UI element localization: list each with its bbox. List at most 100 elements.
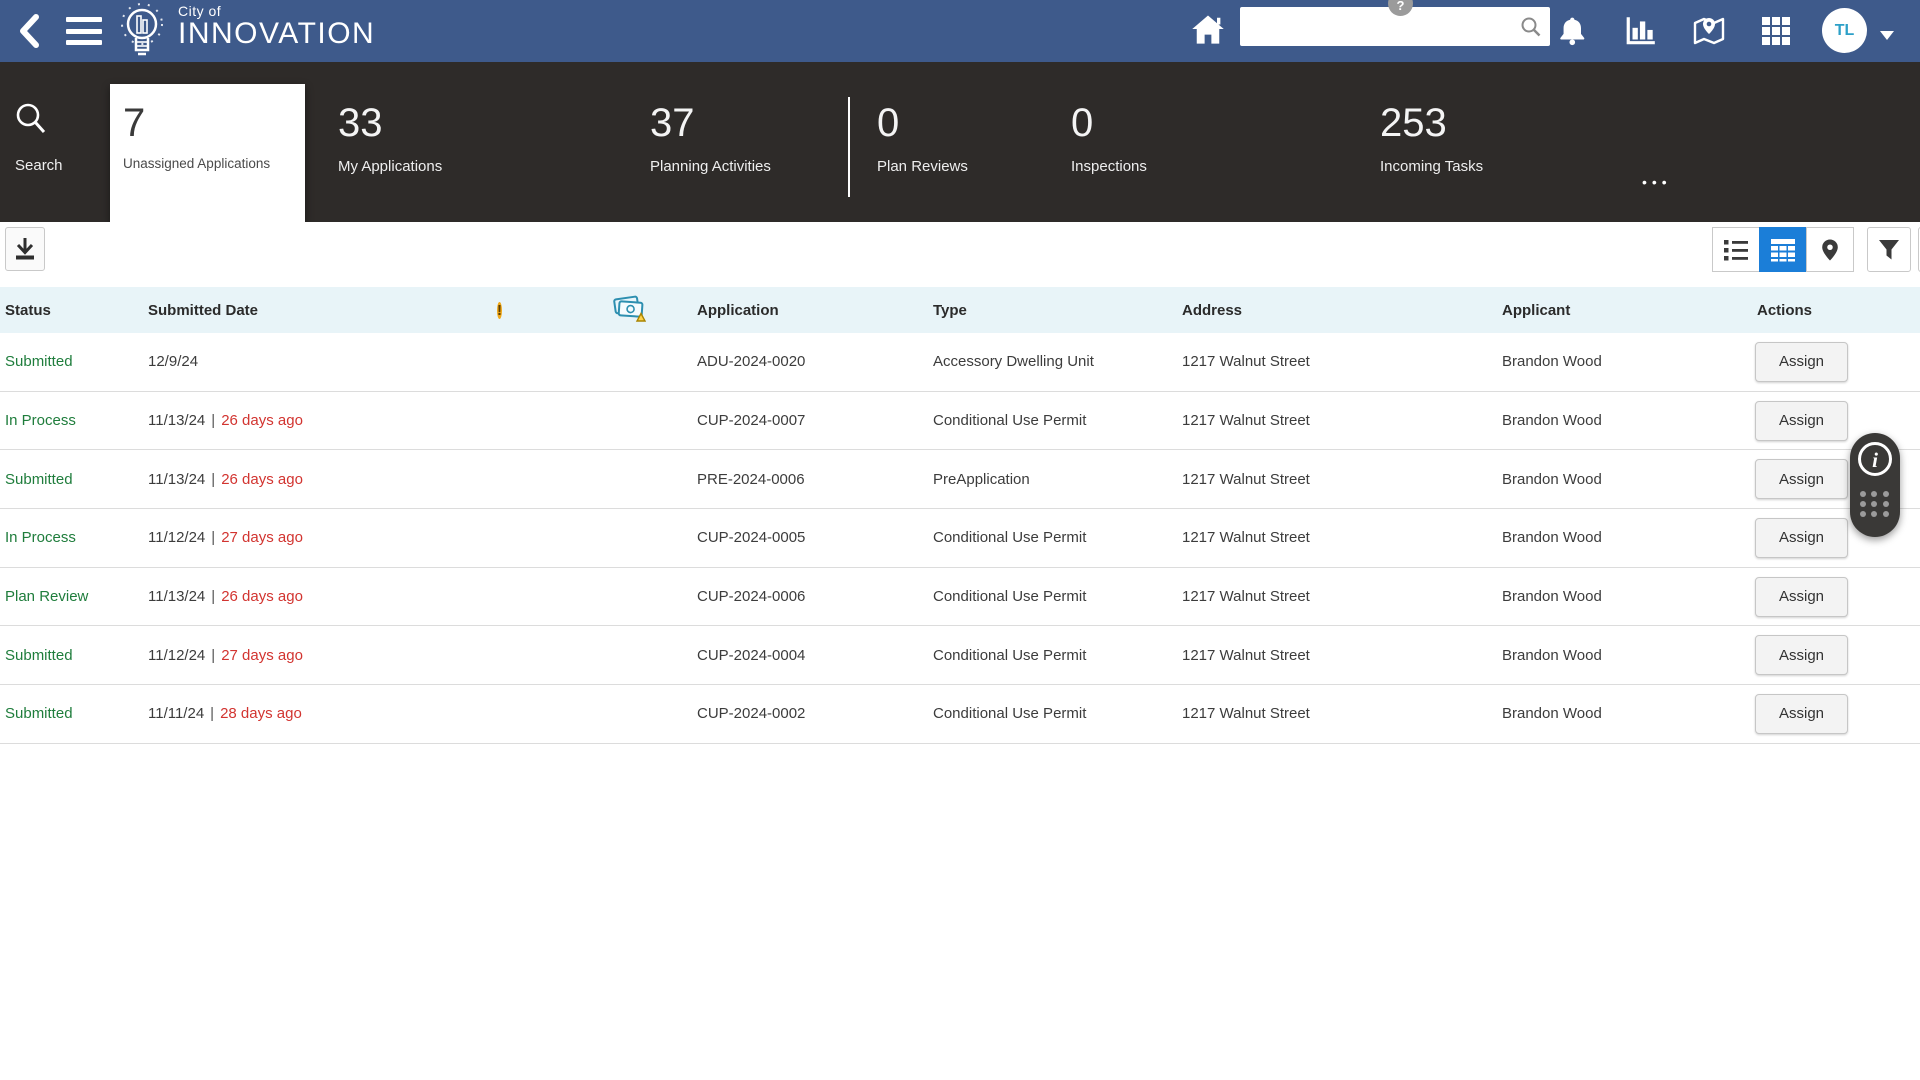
application-cell: PRE-2024-0006	[697, 471, 933, 488]
type-cell: Conditional Use Permit	[933, 705, 1182, 722]
address-cell: 1217 Walnut Street	[1182, 529, 1502, 546]
list-view-icon	[1723, 238, 1749, 262]
col-header-application[interactable]: Application	[697, 302, 933, 319]
col-header-applicant[interactable]: Applicant	[1502, 302, 1748, 319]
tab-label: Planning Activities	[650, 158, 771, 175]
home-icon	[1190, 11, 1226, 47]
map-button[interactable]	[1690, 12, 1728, 50]
application-cell: CUP-2024-0004	[697, 647, 933, 664]
tab-plan-reviews[interactable]: 0 Plan Reviews	[877, 62, 968, 222]
tab-incoming-tasks[interactable]: 253 Incoming Tasks	[1380, 62, 1483, 222]
avatar-initials: TL	[1835, 22, 1855, 40]
info-icon[interactable]: i	[1858, 442, 1892, 476]
grid-view-button[interactable]	[1759, 227, 1807, 272]
tab-count: 0	[1071, 103, 1147, 143]
table-row[interactable]: In Process 11/13/24|26 days ago CUP-2024…	[0, 392, 1920, 451]
col-header-expiring[interactable]	[557, 292, 697, 328]
list-view-button[interactable]	[1712, 227, 1760, 272]
search-tab-icon	[15, 102, 47, 136]
applications-table: Submitted 12/9/24 ADU-2024-0020 Accessor…	[0, 333, 1920, 744]
top-navigation-bar: City of INNOVATION ?	[0, 0, 1920, 62]
list-toolbar: ⚙	[0, 222, 1920, 287]
bell-icon	[1557, 15, 1587, 47]
col-header-submitted-date[interactable]: Submitted Date	[148, 302, 497, 319]
col-header-address[interactable]: Address	[1182, 302, 1502, 319]
home-button[interactable]	[1190, 11, 1226, 47]
applicant-cell: Brandon Wood	[1502, 471, 1748, 488]
tab-count: 0	[877, 103, 968, 143]
city-logo	[116, 2, 170, 62]
assign-button[interactable]: Assign	[1755, 342, 1848, 382]
col-header-status[interactable]: Status	[5, 302, 148, 319]
tab-search[interactable]: Search	[0, 62, 108, 222]
assign-button[interactable]: Assign	[1755, 694, 1848, 734]
tab-planning-activities[interactable]: 37 Planning Activities	[650, 62, 771, 222]
status-cell: Submitted	[5, 647, 148, 664]
tab-count: 253	[1380, 103, 1483, 143]
bar-chart-icon	[1624, 15, 1658, 47]
applicant-cell: Brandon Wood	[1502, 412, 1748, 429]
address-cell: 1217 Walnut Street	[1182, 471, 1502, 488]
tab-my-applications[interactable]: 33 My Applications	[338, 62, 442, 222]
submitted-date-cell: 11/11/24|28 days ago	[148, 705, 497, 722]
assign-button[interactable]: Assign	[1755, 518, 1848, 558]
export-button[interactable]	[5, 227, 45, 271]
view-switcher	[1712, 227, 1854, 272]
tab-inspections[interactable]: 0 Inspections	[1071, 62, 1147, 222]
drag-dots-icon[interactable]	[1860, 491, 1890, 517]
assign-button[interactable]: Assign	[1755, 401, 1848, 441]
col-header-actions: Actions	[1748, 302, 1920, 319]
tab-label: Unassigned Applications	[123, 156, 305, 171]
expiring-docs-icon	[612, 311, 646, 328]
map-view-button[interactable]	[1806, 227, 1854, 272]
hamburger-icon	[66, 17, 102, 22]
filter-icon	[1877, 238, 1901, 262]
reports-button[interactable]	[1622, 12, 1660, 50]
submitted-date-cell: 11/13/24|26 days ago	[148, 412, 497, 429]
table-row[interactable]: In Process 11/12/24|27 days ago CUP-2024…	[0, 509, 1920, 568]
assistive-widget[interactable]: i	[1850, 433, 1900, 537]
brand-innovation: INNOVATION	[178, 19, 375, 49]
tab-count: 7	[123, 103, 305, 143]
search-input[interactable]	[1248, 7, 1518, 46]
download-icon	[13, 236, 37, 262]
tab-count: 33	[338, 103, 442, 143]
table-row[interactable]: Submitted 11/13/24|26 days ago PRE-2024-…	[0, 450, 1920, 509]
applicant-cell: Brandon Wood	[1502, 529, 1748, 546]
submitted-date-cell: 11/12/24|27 days ago	[148, 529, 497, 546]
tab-label: My Applications	[338, 158, 442, 175]
grid-view-icon	[1770, 238, 1796, 262]
table-row[interactable]: Submitted 12/9/24 ADU-2024-0020 Accessor…	[0, 333, 1920, 392]
table-row[interactable]: Plan Review 11/13/24|26 days ago CUP-202…	[0, 568, 1920, 627]
address-cell: 1217 Walnut Street	[1182, 353, 1502, 370]
assign-button[interactable]: Assign	[1755, 635, 1848, 675]
tab-label: Plan Reviews	[877, 158, 968, 175]
table-row[interactable]: Submitted 11/12/24|27 days ago CUP-2024-…	[0, 626, 1920, 685]
notifications-button[interactable]	[1553, 12, 1591, 50]
type-cell: Conditional Use Permit	[933, 647, 1182, 664]
application-cell: CUP-2024-0002	[697, 705, 933, 722]
address-cell: 1217 Walnut Street	[1182, 412, 1502, 429]
tab-label: Inspections	[1071, 158, 1147, 175]
col-header-type[interactable]: Type	[933, 302, 1182, 319]
submitted-date-cell: 11/12/24|27 days ago	[148, 647, 497, 664]
map-pin-icon	[1819, 237, 1841, 263]
back-button[interactable]	[14, 12, 46, 50]
applicant-cell: Brandon Wood	[1502, 705, 1748, 722]
submitted-date-cell: 12/9/24	[148, 353, 497, 370]
user-menu-button[interactable]	[1880, 27, 1894, 45]
table-row[interactable]: Submitted 11/11/24|28 days ago CUP-2024-…	[0, 685, 1920, 744]
type-cell: Conditional Use Permit	[933, 412, 1182, 429]
col-header-alert[interactable]: !	[497, 298, 557, 323]
hamburger-menu-button[interactable]	[66, 15, 102, 47]
tab-unassigned-applications[interactable]: 7 Unassigned Applications	[110, 84, 305, 222]
assign-button[interactable]: Assign	[1755, 459, 1848, 499]
status-cell: In Process	[5, 529, 148, 546]
apps-menu-button[interactable]	[1757, 12, 1795, 50]
user-avatar[interactable]: TL	[1822, 8, 1867, 53]
filter-button[interactable]	[1867, 227, 1911, 272]
more-tabs-button[interactable]: •••	[1642, 174, 1672, 190]
status-cell: In Process	[5, 412, 148, 429]
applicant-cell: Brandon Wood	[1502, 588, 1748, 605]
assign-button[interactable]: Assign	[1755, 577, 1848, 617]
